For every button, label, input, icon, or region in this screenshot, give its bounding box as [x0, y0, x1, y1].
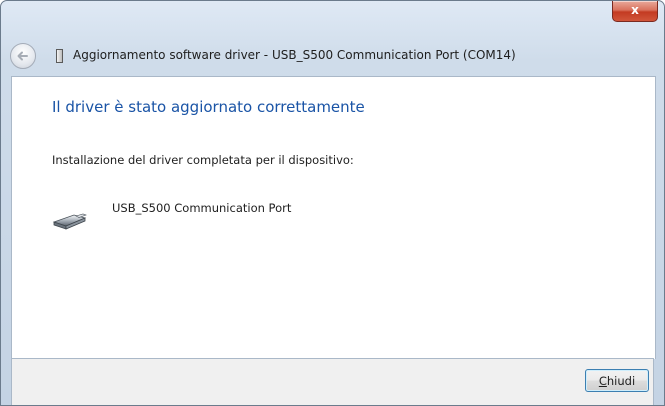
dialog-footer: Chiudi	[11, 358, 654, 405]
back-arrow-icon	[17, 51, 28, 61]
completion-description: Installazione del driver completata per …	[52, 153, 354, 167]
driver-update-window: x Aggiornamento software driver - USB_S5…	[0, 0, 665, 406]
close-label-rest: hiudi	[606, 374, 636, 388]
close-dialog-button[interactable]: Chiudi	[585, 369, 649, 392]
window-close-button[interactable]: x	[612, 1, 658, 22]
close-label-accelerator: C	[598, 374, 607, 388]
close-icon: x	[631, 3, 639, 17]
content-panel: Il driver è stato aggiornato correttamen…	[11, 76, 656, 359]
back-button[interactable]	[10, 43, 36, 69]
device-icon	[56, 49, 63, 63]
window-title: Aggiornamento software driver - USB_S500…	[73, 48, 516, 62]
usb-port-icon	[52, 213, 87, 230]
wizard-header: Aggiornamento software driver - USB_S500…	[1, 38, 664, 76]
page-title: Il driver è stato aggiornato correttamen…	[52, 98, 365, 116]
device-name: USB_S500 Communication Port	[112, 201, 292, 215]
